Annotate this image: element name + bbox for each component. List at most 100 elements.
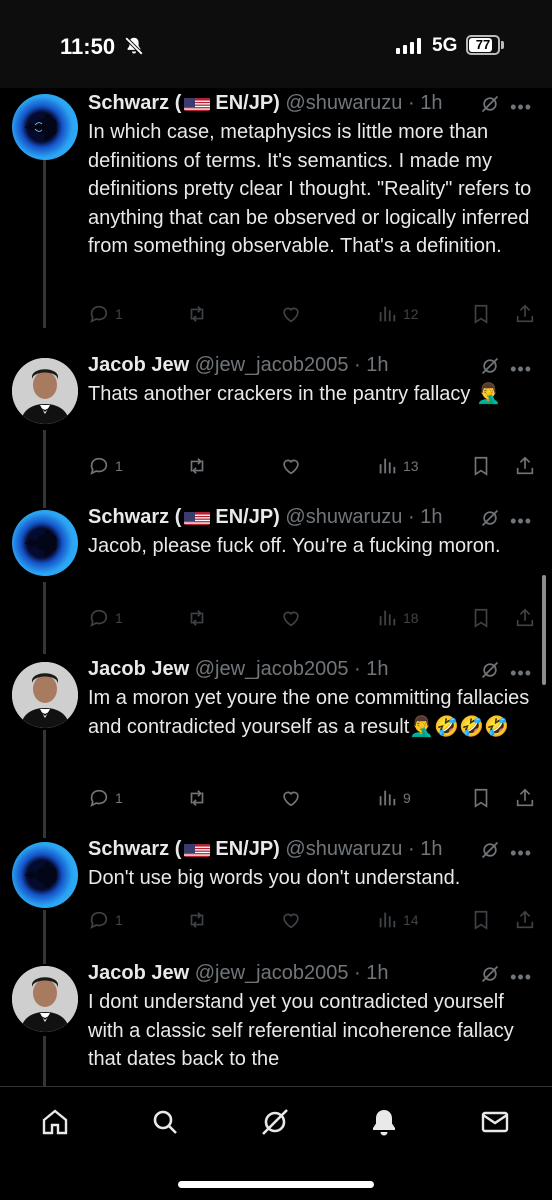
grok-icon[interactable] — [480, 964, 500, 984]
author-handle[interactable]: @shuwaruzu — [285, 838, 402, 860]
repost-button[interactable] — [186, 300, 208, 328]
share-button[interactable] — [514, 300, 536, 328]
reply-button[interactable]: 1 — [88, 452, 123, 480]
fractal-avatar[interactable] — [12, 94, 78, 160]
battery-level: 77 — [475, 37, 491, 52]
fractal-avatar[interactable] — [12, 842, 78, 908]
post-actions: 1 12 — [88, 300, 540, 328]
post[interactable]: Jacob Jew @jew_jacob2005 · 1h ••• I dont… — [0, 958, 552, 1086]
bookmark-button[interactable] — [470, 906, 492, 934]
author-handle[interactable]: @shuwaruzu — [285, 506, 402, 528]
share-button[interactable] — [514, 604, 536, 632]
share-button[interactable] — [514, 906, 536, 934]
repost-button[interactable] — [186, 784, 208, 812]
author-name-suffix[interactable]: EN/JP) — [215, 506, 279, 528]
bookmark-button[interactable] — [470, 452, 492, 480]
grok-icon[interactable] — [480, 356, 500, 376]
more-options-icon[interactable]: ••• — [510, 354, 532, 384]
home-indicator[interactable] — [178, 1181, 374, 1188]
grok-icon — [262, 1109, 288, 1135]
post[interactable]: Schwarz (EN/JP) @shuwaruzu · 1h ••• Don'… — [0, 834, 552, 946]
reply-button[interactable]: 1 — [88, 604, 123, 632]
battery-icon: 77 — [466, 35, 500, 55]
post[interactable]: Schwarz (EN/JP) @shuwaruzu · 1h ••• Jaco… — [0, 502, 552, 642]
like-button[interactable] — [280, 906, 302, 934]
tab-notifications[interactable] — [367, 1105, 401, 1139]
us-flag-icon — [184, 840, 211, 857]
author-name[interactable]: Jacob Jew — [88, 962, 189, 984]
share-button[interactable] — [514, 784, 536, 812]
grok-icon[interactable] — [480, 660, 500, 680]
bookmark-icon — [474, 608, 488, 628]
author-handle[interactable]: @jew_jacob2005 — [195, 962, 349, 984]
author-name-suffix[interactable]: EN/JP) — [215, 838, 279, 860]
author-name[interactable]: Jacob Jew — [88, 354, 189, 376]
post[interactable]: Schwarz (EN/JP) @shuwaruzu · 1h ••• In w… — [0, 88, 552, 338]
more-options-icon[interactable]: ••• — [510, 838, 532, 868]
views-button[interactable]: 12 — [376, 300, 419, 328]
author-handle[interactable]: @shuwaruzu — [285, 92, 402, 114]
author-handle[interactable]: @jew_jacob2005 — [195, 658, 349, 680]
author-name[interactable]: Schwarz ( — [88, 506, 181, 528]
like-button[interactable] — [280, 784, 302, 812]
post-actions: 1 9 — [88, 784, 540, 812]
bookmark-button[interactable] — [470, 604, 492, 632]
author-name[interactable]: Schwarz ( — [88, 92, 181, 114]
grok-icon[interactable] — [480, 508, 500, 528]
views-count: 18 — [403, 610, 419, 626]
views-button[interactable]: 14 — [376, 906, 419, 934]
author-handle[interactable]: @jew_jacob2005 — [195, 354, 349, 376]
like-button[interactable] — [280, 300, 302, 328]
reply-button[interactable]: 1 — [88, 906, 123, 934]
tuxedo-avatar[interactable] — [12, 662, 78, 728]
reply-count: 1 — [115, 306, 123, 322]
repost-button[interactable] — [186, 452, 208, 480]
analytics-icon — [379, 610, 396, 626]
more-options-icon[interactable]: ••• — [510, 658, 532, 688]
tab-search[interactable] — [148, 1105, 182, 1139]
share-button[interactable] — [514, 452, 536, 480]
tab-messages[interactable] — [478, 1105, 512, 1139]
messages-icon — [481, 1111, 509, 1133]
post-text: I dont understand yet you contradicted y… — [88, 991, 514, 1070]
grok-icon[interactable] — [480, 94, 500, 114]
grok-icon[interactable] — [480, 840, 500, 860]
reply-count: 1 — [115, 912, 123, 928]
heart-icon — [283, 611, 299, 627]
analytics-icon — [379, 306, 396, 322]
more-options-icon[interactable]: ••• — [510, 506, 532, 536]
bookmark-button[interactable] — [470, 784, 492, 812]
reply-button[interactable]: 1 — [88, 300, 123, 328]
post-text: Jacob, please fuck off. You're a fucking… — [88, 535, 501, 557]
author-name-suffix[interactable]: EN/JP) — [215, 92, 279, 114]
reply-button[interactable]: 1 — [88, 784, 123, 812]
post-actions: 1 18 — [88, 604, 540, 632]
bookmark-icon — [474, 304, 488, 324]
post[interactable]: Jacob Jew @jew_jacob2005 · 1h ••• Im a m… — [0, 654, 552, 824]
fractal-avatar[interactable] — [12, 510, 78, 576]
views-button[interactable]: 9 — [376, 784, 411, 812]
status-time: 11:50 — [60, 34, 116, 59]
tab-grok[interactable] — [258, 1105, 292, 1139]
search-icon — [153, 1110, 177, 1134]
repost-button[interactable] — [186, 604, 208, 632]
bookmark-button[interactable] — [470, 300, 492, 328]
tuxedo-avatar[interactable] — [12, 966, 78, 1032]
like-button[interactable] — [280, 452, 302, 480]
more-options-icon[interactable]: ••• — [510, 92, 532, 122]
views-button[interactable]: 18 — [376, 604, 419, 632]
views-button[interactable]: 13 — [376, 452, 419, 480]
author-name[interactable]: Schwarz ( — [88, 838, 181, 860]
post[interactable]: Jacob Jew @jew_jacob2005 · 1h ••• Thats … — [0, 350, 552, 490]
bookmark-icon — [474, 788, 488, 808]
more-options-icon[interactable]: ••• — [510, 962, 532, 992]
tab-home[interactable] — [38, 1105, 72, 1139]
heart-icon — [283, 913, 299, 929]
like-button[interactable] — [280, 604, 302, 632]
author-name[interactable]: Jacob Jew — [88, 658, 189, 680]
views-count: 13 — [403, 458, 419, 474]
scrollbar[interactable] — [542, 575, 546, 685]
reply-thread-feed[interactable]: Schwarz (EN/JP) @shuwaruzu · 1h ••• In w… — [0, 88, 552, 1086]
repost-button[interactable] — [186, 906, 208, 934]
tuxedo-avatar[interactable] — [12, 358, 78, 424]
